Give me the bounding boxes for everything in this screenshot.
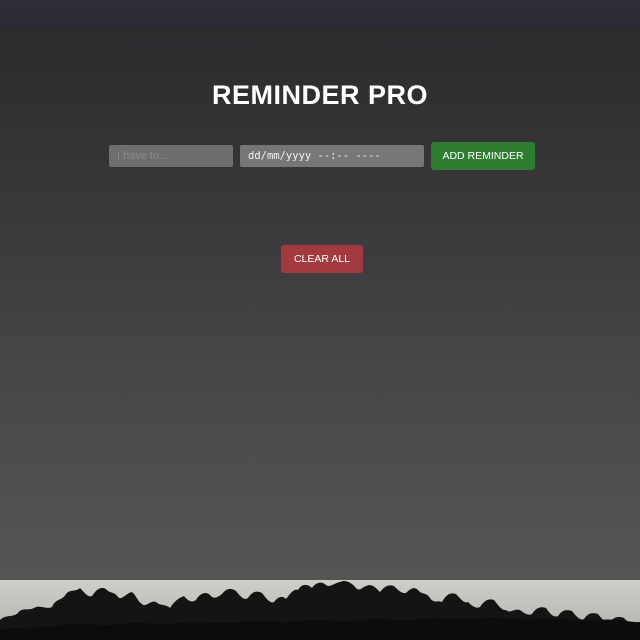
background-tree-line-image bbox=[0, 580, 640, 640]
reminder-text-input[interactable] bbox=[109, 145, 233, 167]
top-bar bbox=[0, 0, 640, 28]
tree-silhouette bbox=[0, 580, 640, 640]
reminder-datetime-input[interactable]: dd/mm/yyyy --:-- ---- bbox=[240, 145, 424, 167]
page-title: REMINDER PRO bbox=[211, 80, 428, 110]
clear-all-button[interactable]: CLEAR ALL bbox=[281, 245, 363, 273]
add-reminder-button[interactable]: ADD REMINDER bbox=[431, 142, 535, 170]
